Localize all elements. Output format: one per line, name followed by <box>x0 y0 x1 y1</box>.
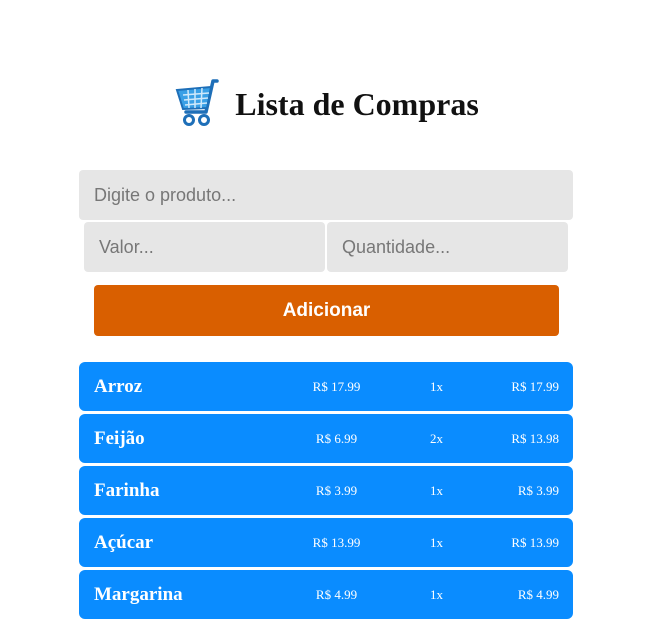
item-total: R$ 3.99 <box>517 482 559 498</box>
value-input[interactable] <box>84 222 325 272</box>
item-total: R$ 4.99 <box>517 586 559 602</box>
item-quantity: 1x <box>430 586 443 602</box>
page-title: Lista de Compras <box>235 86 479 122</box>
item-total: R$ 13.99 <box>511 534 559 550</box>
shopping-cart-icon <box>175 79 219 126</box>
list-item[interactable]: Farinha R$ 3.99 1x R$ 3.99 <box>79 466 573 515</box>
product-input[interactable] <box>79 170 573 220</box>
list-item[interactable]: Margarina R$ 4.99 1x R$ 4.99 <box>79 570 573 619</box>
item-quantity: 1x <box>430 378 443 394</box>
page-header: Lista de Compras <box>0 78 652 130</box>
item-price: R$ 3.99 <box>315 482 358 498</box>
item-name: Margarina <box>94 583 183 605</box>
item-name: Arroz <box>94 375 143 397</box>
item-price: R$ 17.99 <box>312 378 361 394</box>
item-quantity: 2x <box>430 430 443 446</box>
item-price: R$ 13.99 <box>312 534 361 550</box>
item-name: Feijão <box>94 427 145 449</box>
shopping-list: Arroz R$ 17.99 1x R$ 17.99 Feijão R$ 6.9… <box>79 362 573 622</box>
list-item[interactable]: Arroz R$ 17.99 1x R$ 17.99 <box>79 362 573 411</box>
list-item[interactable]: Feijão R$ 6.99 2x R$ 13.98 <box>79 414 573 463</box>
item-name: Açúcar <box>94 531 154 553</box>
item-price: R$ 4.99 <box>315 586 358 602</box>
item-price: R$ 6.99 <box>315 430 358 446</box>
quantity-input[interactable] <box>327 222 568 272</box>
item-quantity: 1x <box>430 482 443 498</box>
item-total: R$ 13.98 <box>511 430 559 446</box>
item-quantity: 1x <box>430 534 443 550</box>
add-button[interactable]: Adicionar <box>94 285 559 336</box>
list-item[interactable]: Açúcar R$ 13.99 1x R$ 13.99 <box>79 518 573 567</box>
item-total: R$ 17.99 <box>511 378 559 394</box>
item-name: Farinha <box>94 479 160 501</box>
